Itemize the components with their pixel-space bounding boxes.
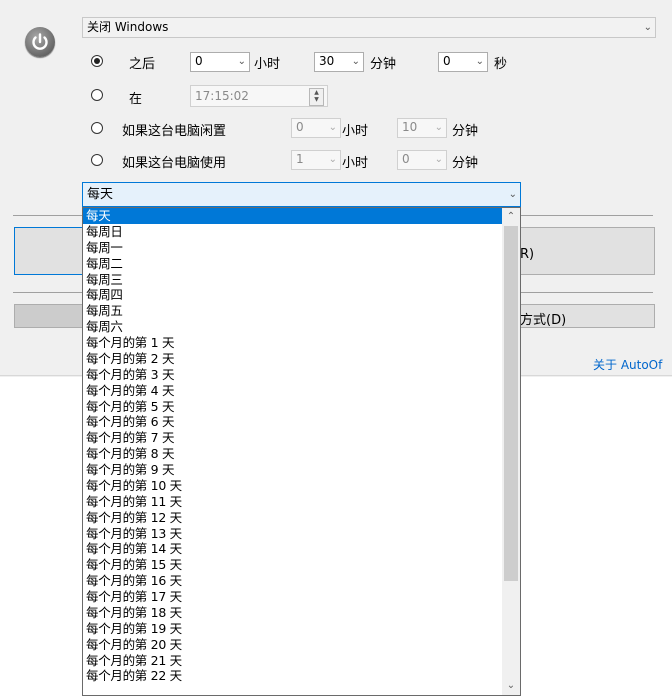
idle-minutes-unit: 分钟 (452, 124, 479, 139)
partial-button-2-label: 方式(D) (520, 313, 567, 328)
at-label: 在 (129, 92, 143, 107)
after-seconds-unit: 秒 (494, 57, 508, 72)
after-seconds-value: 0 (443, 54, 451, 68)
scroll-up-icon[interactable]: ⌃ (502, 208, 520, 226)
spinner-icon[interactable]: ▲ ▼ (309, 88, 324, 106)
use-minutes-unit: 分钟 (452, 156, 479, 171)
repeat-option[interactable]: 每个月的第 16 天 (83, 573, 503, 589)
repeat-options: 每天 每周日 每周一 每周二 每周三 每周四 每周五 每周六 每个月的第 1 天每个月的第 2 … (83, 208, 503, 684)
repeat-option[interactable]: 每个月的第 17 天 (83, 589, 503, 605)
idle-hours-value: 0 (296, 120, 304, 134)
use-minutes-select[interactable]: 0 ⌄ (397, 150, 447, 170)
at-time-picker[interactable]: 17:15:02 ▲ ▼ (190, 85, 328, 107)
repeat-option[interactable]: 每个月的第 18 天 (83, 605, 503, 621)
after-hours-select[interactable]: 0 ⌄ (190, 52, 250, 72)
chevron-down-icon: ⌄ (643, 22, 652, 33)
chevron-down-icon: ⌄ (328, 122, 337, 133)
action-select[interactable]: 关闭 Windows ⌄ (82, 17, 656, 38)
after-minutes-select[interactable]: 30 ⌄ (314, 52, 364, 72)
chevron-down-icon: ⌄ (434, 154, 443, 165)
after-hours-value: 0 (195, 54, 203, 68)
repeat-option[interactable]: 每个月的第 5 天 (83, 399, 503, 415)
use-hours-unit: 小时 (342, 156, 369, 171)
partial-button-bottom-left[interactable] (14, 304, 84, 328)
after-seconds-select[interactable]: 0 ⌄ (438, 52, 488, 72)
repeat-option[interactable]: 每个月的第 22 天 (83, 668, 503, 684)
repeat-option[interactable]: 每个月的第 13 天 (83, 526, 503, 542)
chevron-down-icon: ⌄ (434, 122, 443, 133)
repeat-option[interactable]: 每个月的第 15 天 (83, 557, 503, 573)
idle-minutes-value: 10 (402, 120, 418, 134)
partial-button-bottom-right[interactable]: 方式(D) (515, 304, 655, 328)
repeat-option[interactable]: 每周三 (83, 272, 503, 288)
repeat-option[interactable]: 每个月的第 4 天 (83, 383, 503, 399)
repeat-select-value: 每天 (87, 187, 114, 202)
chevron-down-icon: ⌄ (328, 154, 337, 165)
scrollbar-thumb[interactable] (504, 226, 518, 581)
action-select-value: 关闭 Windows (87, 20, 169, 34)
after-minutes-unit: 分钟 (370, 57, 397, 72)
radio-at[interactable] (91, 89, 103, 101)
repeat-option[interactable]: 每个月的第 7 天 (83, 430, 503, 446)
repeat-option[interactable]: 每个月的第 1 天 (83, 335, 503, 351)
chevron-down-icon: ⌄ (475, 56, 484, 67)
repeat-select[interactable]: 每天 ⌄ (82, 182, 521, 207)
radio-idle[interactable] (91, 122, 103, 134)
repeat-option[interactable]: 每个月的第 12 天 (83, 510, 503, 526)
partial-button-1-label: R) (520, 247, 535, 262)
repeat-option[interactable]: 每个月的第 6 天 (83, 414, 503, 430)
radio-use[interactable] (91, 154, 103, 166)
repeat-option[interactable]: 每周五 (83, 303, 503, 319)
repeat-option[interactable]: 每个月的第 14 天 (83, 541, 503, 557)
radio-after[interactable] (91, 55, 103, 67)
repeat-option[interactable]: 每个月的第 11 天 (83, 494, 503, 510)
repeat-dropdown-list[interactable]: 每天 每周日 每周一 每周二 每周三 每周四 每周五 每周六 每个月的第 1 天每个月的第 2 … (82, 207, 521, 696)
chevron-down-icon: ⌄ (508, 189, 517, 200)
use-label: 如果这台电脑使用 (122, 156, 227, 171)
repeat-option[interactable]: 每个月的第 19 天 (83, 621, 503, 637)
partial-button-left[interactable] (14, 227, 84, 275)
after-minutes-value: 30 (319, 54, 335, 68)
repeat-option[interactable]: 每个月的第 3 天 (83, 367, 503, 383)
repeat-option[interactable]: 每个月的第 8 天 (83, 446, 503, 462)
repeat-option[interactable]: 每周四 (83, 287, 503, 303)
repeat-option[interactable]: 每周二 (83, 256, 503, 272)
use-hours-select[interactable]: 1 ⌄ (291, 150, 341, 170)
repeat-option[interactable]: 每周六 (83, 319, 503, 335)
after-hours-unit: 小时 (254, 57, 281, 72)
repeat-option[interactable]: 每个月的第 9 天 (83, 462, 503, 478)
chevron-down-icon: ⌄ (351, 56, 360, 67)
scroll-down-icon[interactable]: ⌄ (502, 677, 520, 695)
repeat-option[interactable]: 每个月的第 21 天 (83, 653, 503, 669)
at-time-value: 17:15:02 (195, 89, 249, 103)
repeat-option[interactable]: 每个月的第 20 天 (83, 637, 503, 653)
idle-minutes-select[interactable]: 10 ⌄ (397, 118, 447, 138)
use-hours-value: 1 (296, 152, 304, 166)
chevron-down-icon: ⌄ (237, 56, 246, 67)
idle-hours-unit: 小时 (342, 124, 369, 139)
dropdown-scrollbar[interactable]: ⌃ ⌄ (502, 208, 520, 695)
repeat-option[interactable]: 每个月的第 2 天 (83, 351, 503, 367)
repeat-option[interactable]: 每周日 (83, 224, 503, 240)
repeat-option[interactable]: 每天 (83, 208, 503, 224)
use-minutes-value: 0 (402, 152, 410, 166)
partial-button-right[interactable]: R) (515, 227, 655, 275)
power-icon (25, 27, 55, 57)
after-label: 之后 (129, 57, 156, 72)
idle-label: 如果这台电脑闲置 (122, 124, 227, 139)
repeat-option[interactable]: 每个月的第 10 天 (83, 478, 503, 494)
idle-hours-select[interactable]: 0 ⌄ (291, 118, 341, 138)
about-link[interactable]: 关于 AutoOf (593, 356, 662, 373)
repeat-option[interactable]: 每周一 (83, 240, 503, 256)
